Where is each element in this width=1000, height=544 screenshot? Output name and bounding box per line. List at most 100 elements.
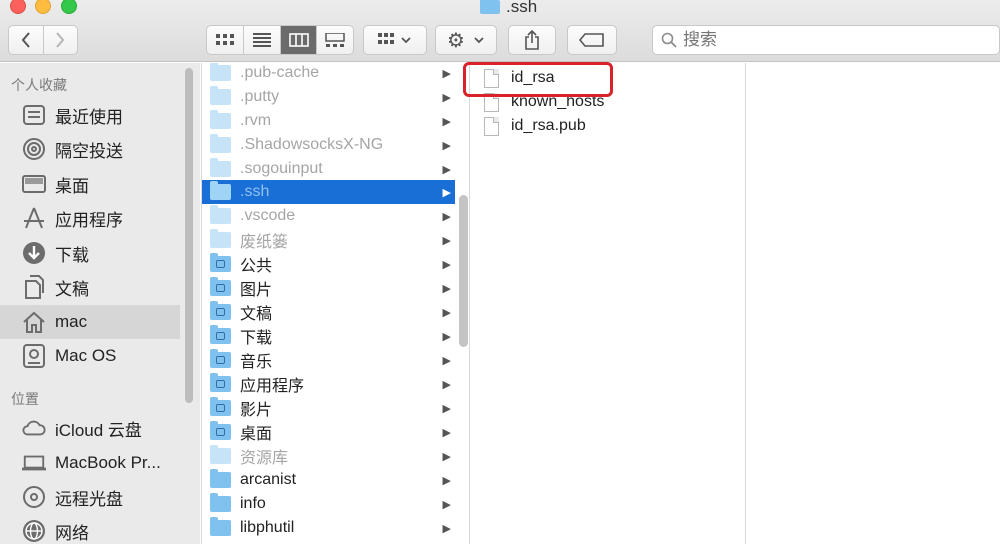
list-item[interactable]: .vscode ▶: [202, 204, 455, 228]
list-item[interactable]: .putty ▶: [202, 85, 455, 109]
window-title: .ssh: [480, 0, 537, 16]
search-field[interactable]: [652, 25, 1000, 55]
search-input[interactable]: [683, 30, 983, 50]
gear-icon: ⚙: [447, 29, 465, 52]
folder-icon: [480, 0, 500, 14]
list-item[interactable]: 资源库 ▶: [202, 444, 455, 468]
item-label: libphutil: [240, 519, 295, 536]
sidebar-item-downloads[interactable]: 下载: [0, 236, 180, 270]
disclosure-arrow-icon: ▶: [442, 522, 451, 535]
list-item[interactable]: 桌面 ▶: [202, 420, 455, 444]
list-item[interactable]: arcanist ▶: [202, 468, 455, 492]
arrange-icon: [378, 33, 411, 44]
sidebar-item-home[interactable]: mac: [0, 305, 180, 339]
network-icon: [22, 519, 46, 543]
list-item[interactable]: .rvm ▶: [202, 109, 455, 133]
list-item[interactable]: 图片 ▶: [202, 276, 455, 300]
list-item[interactable]: 音乐 ▶: [202, 348, 455, 372]
sidebar-item-label: mac: [55, 312, 88, 331]
list-item[interactable]: 下载 ▶: [202, 324, 455, 348]
sidebar-item-network[interactable]: 网络: [0, 514, 180, 544]
item-label: .rvm: [240, 112, 272, 129]
item-label: .ssh: [240, 183, 270, 200]
share-button[interactable]: [508, 25, 556, 55]
window-toolbar: .ssh ⚙: [0, 0, 1000, 62]
grid-icon: [216, 34, 235, 45]
folder-icon: [210, 181, 231, 200]
disclosure-arrow-icon: ▶: [442, 354, 451, 367]
disclosure-arrow-icon: ▶: [442, 330, 451, 343]
minimize-window-button[interactable]: [35, 0, 51, 14]
icon-view-button[interactable]: [207, 26, 243, 54]
sidebar-scrollbar[interactable]: [185, 68, 193, 403]
item-label: .sogouinput: [240, 160, 323, 177]
list-item[interactable]: 废纸篓 ▶: [202, 228, 455, 252]
item-label: 音乐: [240, 354, 273, 371]
group-by-button[interactable]: [363, 25, 427, 55]
window-title-text: .ssh: [506, 0, 538, 16]
list-item[interactable]: libphutil ▶: [202, 516, 455, 540]
sidebar-item-documents[interactable]: 文稿: [0, 270, 180, 304]
tag-icon: [579, 33, 604, 47]
documents-icon: [22, 275, 46, 299]
sidebar-item-label: MacBook Pr...: [55, 453, 161, 472]
file-item-id-rsa-pub[interactable]: id_rsa.pub: [484, 114, 586, 138]
tag-button[interactable]: [567, 25, 617, 55]
list-item[interactable]: 公共 ▶: [202, 252, 455, 276]
sidebar-item-recents[interactable]: 最近使用: [0, 98, 180, 132]
sidebar-item-label: iCloud 云盘: [55, 420, 142, 440]
disclosure-arrow-icon: ▶: [442, 115, 451, 128]
back-button[interactable]: [9, 26, 43, 54]
list-item[interactable]: 文稿 ▶: [202, 300, 455, 324]
pictures-folder-icon: [210, 277, 231, 296]
item-label: 桌面: [240, 426, 273, 443]
sidebar-item-remote-disc[interactable]: 远程光盘: [0, 480, 180, 514]
column-scrollbar[interactable]: [459, 195, 468, 347]
list-item[interactable]: info ▶: [202, 492, 455, 516]
desktop-folder-icon: [210, 421, 231, 440]
chevron-left-icon: [21, 32, 30, 48]
column-view-button[interactable]: [279, 26, 317, 54]
list-item[interactable]: 应用程序 ▶: [202, 372, 455, 396]
gallery-view-button[interactable]: [316, 26, 353, 54]
item-label: 影片: [240, 402, 273, 419]
sidebar-item-label: 文稿: [55, 279, 89, 299]
chevron-right-icon: [56, 32, 65, 48]
applications-icon: [22, 206, 46, 230]
list-item[interactable]: 影片 ▶: [202, 396, 455, 420]
disclosure-arrow-icon: ▶: [442, 474, 451, 487]
sidebar-item-macos-disk[interactable]: Mac OS: [0, 339, 180, 373]
sidebar-item-label: 网络: [55, 523, 89, 543]
disclosure-arrow-icon: ▶: [442, 139, 451, 152]
item-label: 公共: [240, 258, 273, 275]
forward-button[interactable]: [42, 26, 77, 54]
zoom-window-button[interactable]: [61, 0, 77, 14]
disclosure-arrow-icon: ▶: [442, 306, 451, 319]
list-item[interactable]: .pub-cache ▶: [202, 63, 455, 85]
annotation-highlight-box: [463, 62, 613, 97]
sidebar-item-desktop[interactable]: 桌面: [0, 167, 180, 201]
list-item[interactable]: .ShadowsocksX-NG ▶: [202, 133, 455, 157]
disclosure-arrow-icon: ▶: [442, 378, 451, 391]
sidebar: 个人收藏 最近使用 隔空投送 桌面 应用程序 下载 文稿 mac Mac OS …: [0, 63, 200, 544]
public-folder-icon: [210, 253, 231, 272]
sidebar-item-icloud[interactable]: iCloud 云盘: [0, 411, 180, 445]
close-window-button[interactable]: [10, 0, 26, 14]
disclosure-arrow-icon: ▶: [442, 402, 451, 415]
empty-preview-column: [745, 63, 1000, 544]
list-icon: [253, 33, 272, 47]
sidebar-item-applications[interactable]: 应用程序: [0, 201, 180, 235]
columns-icon: [288, 33, 309, 47]
sidebar-item-macbook[interactable]: MacBook Pr...: [0, 446, 180, 480]
ssh-folder-column: id_rsa known_hosts id_rsa.pub: [469, 63, 745, 544]
sidebar-item-airdrop[interactable]: 隔空投送: [0, 132, 180, 166]
list-item[interactable]: .sogouinput ▶: [202, 157, 455, 181]
music-folder-icon: [210, 349, 231, 368]
list-item-ssh-selected[interactable]: .ssh ▶: [202, 180, 455, 204]
recents-icon: [22, 103, 46, 127]
item-label: 应用程序: [240, 378, 305, 395]
list-view-button[interactable]: [243, 26, 280, 54]
optical-disc-icon: [22, 485, 46, 509]
action-menu-button[interactable]: ⚙: [435, 25, 497, 55]
sidebar-item-label: Mac OS: [55, 346, 117, 365]
